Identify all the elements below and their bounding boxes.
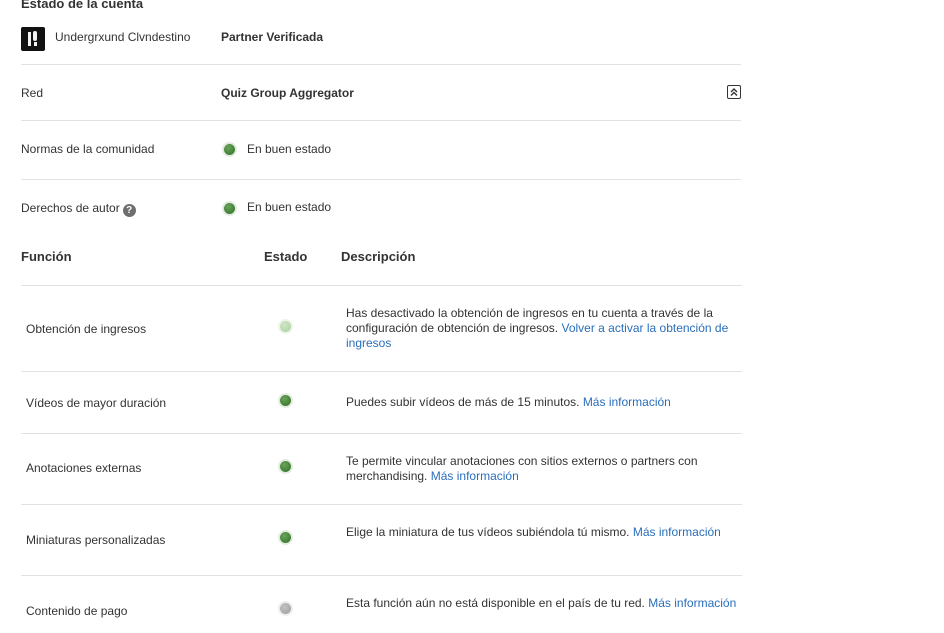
copyright-row: Derechos de autor? En buen estado bbox=[21, 180, 741, 235]
status-green-icon bbox=[280, 395, 291, 406]
more-info-link[interactable]: Más información bbox=[431, 469, 519, 483]
status-green-icon bbox=[280, 461, 291, 472]
table-row: Anotaciones externas Te permite vincular… bbox=[21, 434, 742, 505]
channel-row: Undergrxund Clvndestino Partner Verifica… bbox=[21, 11, 741, 65]
feature-description-text: Esta función aún no está disponible en e… bbox=[346, 596, 649, 610]
network-row: Red Quiz Group Aggregator bbox=[21, 65, 741, 121]
feature-name: Vídeos de mayor duración bbox=[26, 396, 167, 410]
feature-name: Contenido de pago bbox=[26, 604, 128, 618]
feature-description: Has desactivado la obtención de ingresos… bbox=[346, 306, 738, 351]
copyright-value: En buen estado bbox=[247, 200, 332, 214]
status-light-green-icon bbox=[280, 321, 291, 332]
more-info-link[interactable]: Más información bbox=[648, 596, 736, 610]
account-status-list: Undergrxund Clvndestino Partner Verifica… bbox=[21, 11, 741, 235]
feature-name: Anotaciones externas bbox=[26, 461, 142, 475]
feature-description: Puedes subir vídeos de más de 15 minutos… bbox=[346, 395, 738, 410]
table-row: Contenido de pago Esta función aún no es… bbox=[21, 576, 742, 633]
more-info-link[interactable]: Más información bbox=[633, 525, 721, 539]
community-guidelines-row: Normas de la comunidad En buen estado bbox=[21, 121, 741, 180]
feature-description-text: Puedes subir vídeos de más de 15 minutos… bbox=[346, 395, 583, 409]
copyright-label-wrap: Derechos de autor? bbox=[21, 201, 136, 217]
network-value: Quiz Group Aggregator bbox=[221, 86, 354, 100]
features-table: Función Estado Descripción Obtención de … bbox=[21, 244, 742, 633]
feature-name: Miniaturas personalizadas bbox=[26, 533, 166, 547]
table-row: Vídeos de mayor duración Puedes subir ví… bbox=[21, 372, 742, 434]
feature-description: Te permite vincular anotaciones con siti… bbox=[346, 454, 738, 484]
header-description: Descripción bbox=[341, 249, 416, 264]
status-green-icon bbox=[224, 203, 235, 214]
channel-status: Partner Verificada bbox=[221, 30, 324, 44]
feature-name: Obtención de ingresos bbox=[26, 322, 147, 336]
header-status: Estado bbox=[264, 249, 308, 264]
collapse-chevrons-up-icon[interactable] bbox=[727, 85, 741, 99]
channel-logo-icon[interactable] bbox=[21, 27, 45, 51]
table-row: Miniaturas personalizadas Elige la minia… bbox=[21, 505, 742, 576]
table-row: Obtención de ingresos Has desactivado la… bbox=[21, 286, 742, 372]
community-guidelines-value: En buen estado bbox=[247, 142, 332, 156]
feature-description-text: Elige la miniatura de tus vídeos subiénd… bbox=[346, 525, 633, 539]
header-function: Función bbox=[21, 249, 72, 264]
status-gray-icon bbox=[280, 603, 291, 614]
feature-description-text: Te permite vincular anotaciones con siti… bbox=[346, 454, 698, 483]
status-green-icon bbox=[224, 144, 235, 155]
more-info-link[interactable]: Más información bbox=[583, 395, 671, 409]
status-green-icon bbox=[280, 532, 291, 543]
network-label: Red bbox=[21, 86, 44, 100]
table-header: Función Estado Descripción bbox=[21, 244, 742, 286]
question-mark-icon[interactable]: ? bbox=[122, 204, 136, 217]
copyright-label: Derechos de autor bbox=[21, 201, 120, 215]
community-guidelines-label: Normas de la comunidad bbox=[21, 142, 155, 156]
feature-description: Esta función aún no está disponible en e… bbox=[346, 596, 738, 611]
section-title: Estado de la cuenta bbox=[21, 0, 144, 11]
account-status-page: Estado de la cuenta Undergrxund Clvndest… bbox=[0, 0, 944, 633]
feature-description: Elige la miniatura de tus vídeos subiénd… bbox=[346, 525, 738, 540]
channel-name[interactable]: Undergrxund Clvndestino bbox=[55, 30, 190, 44]
